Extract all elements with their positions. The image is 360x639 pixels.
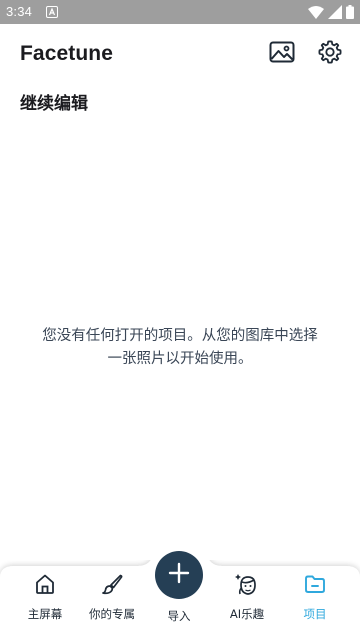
nav-label-projects: 项目 bbox=[303, 607, 327, 621]
wifi-icon bbox=[308, 5, 324, 22]
home-icon bbox=[31, 570, 59, 598]
import-button[interactable] bbox=[155, 551, 203, 599]
nav-label-import: 导入 bbox=[167, 609, 191, 623]
ai-face-icon bbox=[233, 570, 261, 598]
nav-item-projects[interactable]: 项目 bbox=[285, 570, 345, 630]
plus-icon bbox=[167, 561, 191, 589]
section-title-continue-editing: 继续编辑 bbox=[20, 94, 88, 114]
status-icons bbox=[308, 5, 354, 22]
nav-item-home[interactable]: 主屏幕 bbox=[15, 570, 75, 630]
signal-icon bbox=[328, 5, 342, 22]
gallery-button[interactable] bbox=[268, 40, 296, 68]
gallery-icon bbox=[269, 41, 295, 67]
settings-button[interactable] bbox=[316, 40, 344, 68]
status-time: 3:34 bbox=[6, 4, 33, 19]
app-title: Facetune bbox=[20, 42, 113, 65]
status-bar: 3:34 bbox=[0, 0, 360, 24]
nav-item-for-you[interactable]: 你的专属 bbox=[82, 570, 142, 630]
a-icon bbox=[46, 6, 58, 18]
nav-item-ai-fun[interactable]: AI乐趣 bbox=[217, 570, 277, 630]
brush-icon bbox=[98, 570, 126, 598]
bottom-nav: 主屏幕 你的专属 导入 AI乐趣 项目 bbox=[0, 551, 360, 639]
folder-icon bbox=[301, 570, 329, 598]
nav-label-home: 主屏幕 bbox=[27, 607, 63, 621]
nav-label-ai-fun: AI乐趣 bbox=[229, 607, 265, 621]
battery-icon bbox=[346, 5, 354, 22]
nav-label-for-you: 你的专属 bbox=[89, 607, 135, 621]
gear-icon bbox=[317, 39, 343, 69]
screen: 3:34 Facetune 继续编辑 您没有任何打开的项目。从您的图库中选择一张… bbox=[0, 0, 360, 639]
empty-state-message: 您没有任何打开的项目。从您的图库中选择一张照片以开始使用。 bbox=[42, 328, 318, 367]
